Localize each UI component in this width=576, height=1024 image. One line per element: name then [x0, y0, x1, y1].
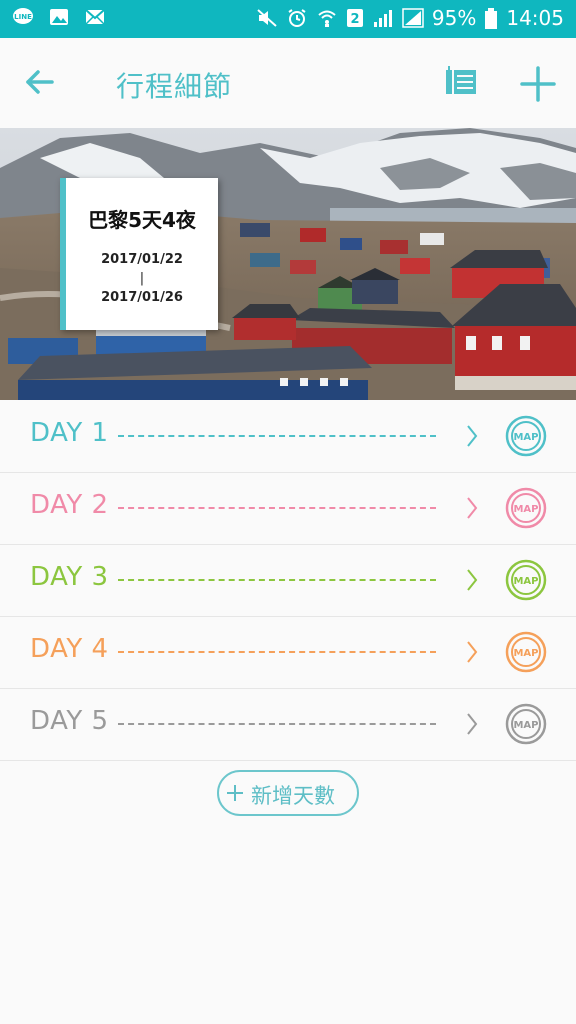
- add-day-button[interactable]: 新增天數: [217, 770, 359, 816]
- signal-icon: [402, 8, 424, 28]
- map-icon: MAP: [505, 415, 547, 457]
- chevron-right-icon: [467, 425, 478, 447]
- add-day-label: 新增天數: [251, 784, 335, 808]
- day-row[interactable]: DAY 2 MAP: [0, 472, 576, 545]
- map-button[interactable]: MAP: [504, 414, 548, 458]
- day-row[interactable]: DAY 3 MAP: [0, 544, 576, 617]
- day-row[interactable]: DAY 5 MAP: [0, 688, 576, 761]
- map-label: MAP: [513, 648, 538, 659]
- map-button[interactable]: MAP: [504, 702, 548, 746]
- map-label: MAP: [513, 720, 538, 731]
- line-app-icon: LINE: [12, 7, 34, 27]
- battery-percent: 95%: [431, 6, 477, 30]
- day-label: DAY 4: [30, 634, 109, 664]
- map-button[interactable]: MAP: [504, 486, 548, 530]
- day-label: DAY 5: [30, 706, 109, 736]
- map-button[interactable]: MAP: [504, 630, 548, 674]
- day-label: DAY 2: [30, 490, 109, 520]
- day-row[interactable]: DAY 1 MAP: [0, 400, 576, 473]
- map-icon: MAP: [505, 631, 547, 673]
- trip-title: 巴黎5天4夜: [88, 208, 196, 232]
- back-button[interactable]: [18, 60, 62, 104]
- mail-icon: [84, 7, 106, 27]
- chevron-right-icon: [467, 641, 478, 663]
- sim-slot-icon: 2: [346, 8, 364, 28]
- chevron-right-icon: [467, 569, 478, 591]
- system-status: 2 95% 14:05: [256, 6, 564, 30]
- day-label: DAY 1: [30, 418, 109, 448]
- list-view-button[interactable]: [438, 60, 482, 104]
- day-label: DAY 3: [30, 562, 109, 592]
- add-button[interactable]: [514, 60, 562, 108]
- dashed-divider: [118, 435, 436, 437]
- map-icon: MAP: [505, 703, 547, 745]
- map-icon: MAP: [505, 487, 547, 529]
- mute-icon: [256, 8, 278, 28]
- dashed-divider: [118, 507, 436, 509]
- list-icon: [446, 66, 476, 94]
- plus-icon: [520, 66, 556, 102]
- dashed-divider: [118, 723, 436, 725]
- plus-icon: [227, 785, 243, 801]
- sim-slot-number: 2: [350, 12, 359, 27]
- dashed-divider: [118, 651, 436, 653]
- battery-icon: [484, 8, 498, 29]
- trip-end-date: 2017/01/26: [101, 290, 183, 305]
- svg-text:LINE: LINE: [14, 13, 32, 21]
- notification-icons: LINE: [12, 7, 106, 27]
- back-arrow-icon: [26, 70, 54, 94]
- day-row[interactable]: DAY 4 MAP: [0, 616, 576, 689]
- image-icon: [48, 7, 70, 27]
- page-title: 行程細節: [116, 70, 233, 103]
- wifi-icon: [316, 8, 338, 28]
- trip-start-date: 2017/01/22: [101, 252, 183, 267]
- chevron-right-icon: [467, 497, 478, 519]
- map-button[interactable]: MAP: [504, 558, 548, 602]
- app-bar: 行程細節: [0, 38, 576, 128]
- trip-info-card[interactable]: 巴黎5天4夜 2017/01/22 | 2017/01/26: [60, 178, 218, 330]
- map-icon: MAP: [505, 559, 547, 601]
- map-label: MAP: [513, 504, 538, 515]
- date-separator: |: [139, 271, 145, 286]
- map-label: MAP: [513, 432, 538, 443]
- status-bar: LINE 2 95% 14:05: [0, 0, 576, 38]
- dashed-divider: [118, 579, 436, 581]
- alarm-icon: [286, 8, 308, 28]
- chevron-right-icon: [467, 713, 478, 735]
- signal-icon: [372, 8, 394, 28]
- clock: 14:05: [506, 6, 564, 30]
- map-label: MAP: [513, 576, 538, 587]
